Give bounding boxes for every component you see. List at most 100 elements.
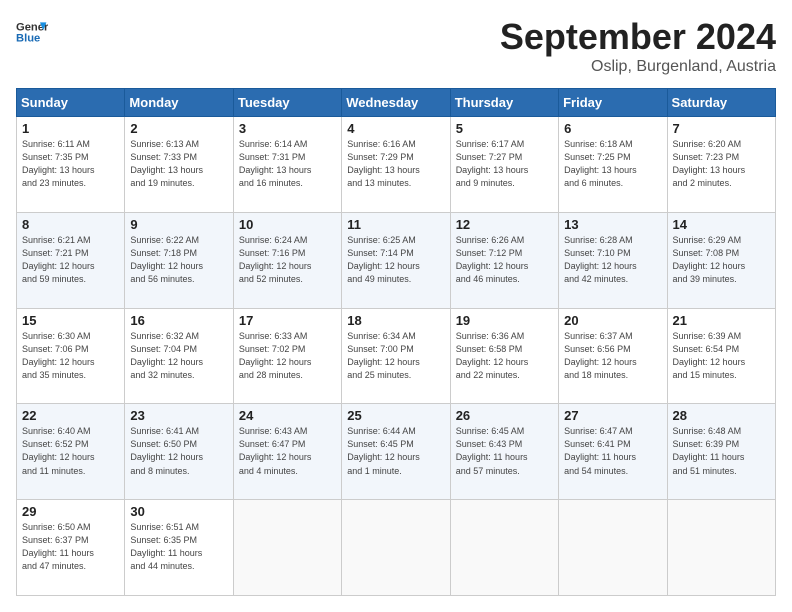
day-info: Sunrise: 6:41 AM Sunset: 6:50 PM Dayligh… — [130, 425, 227, 477]
day-info: Sunrise: 6:30 AM Sunset: 7:06 PM Dayligh… — [22, 330, 119, 382]
day-number: 21 — [673, 313, 770, 328]
week-row-3: 15 Sunrise: 6:30 AM Sunset: 7:06 PM Dayli… — [17, 308, 776, 404]
day-number: 5 — [456, 121, 553, 136]
day-cell: 19 Sunrise: 6:36 AM Sunset: 6:58 PM Dayli… — [450, 308, 558, 404]
day-info: Sunrise: 6:11 AM Sunset: 7:35 PM Dayligh… — [22, 138, 119, 190]
week-row-2: 8Sunrise: 6:21 AM Sunset: 7:21 PM Daylig… — [17, 212, 776, 308]
day-cell — [559, 500, 667, 596]
title-block: September 2024 Oslip, Burgenland, Austri… — [500, 16, 776, 76]
day-cell — [342, 500, 450, 596]
day-cell — [450, 500, 558, 596]
day-cell: 16Sunrise: 6:32 AM Sunset: 7:04 PM Dayli… — [125, 308, 233, 404]
day-cell: 21 Sunrise: 6:39 AM Sunset: 6:54 PM Dayli… — [667, 308, 775, 404]
day-number: 19 — [456, 313, 553, 328]
day-cell: 12 Sunrise: 6:26 AM Sunset: 7:12 PM Dayli… — [450, 212, 558, 308]
day-info: Sunrise: 6:29 AM Sunset: 7:08 PM Dayligh… — [673, 234, 770, 286]
day-cell: 29 Sunrise: 6:50 AM Sunset: 6:37 PM Dayli… — [17, 500, 125, 596]
day-number: 22 — [22, 408, 119, 423]
day-cell: 17 Sunrise: 6:33 AM Sunset: 7:02 PM Dayli… — [233, 308, 341, 404]
day-cell: 28 Sunrise: 6:48 AM Sunset: 6:39 PM Dayli… — [667, 404, 775, 500]
day-number: 23 — [130, 408, 227, 423]
month-title: September 2024 — [500, 16, 776, 58]
week-row-4: 22 Sunrise: 6:40 AM Sunset: 6:52 PM Dayli… — [17, 404, 776, 500]
day-number: 18 — [347, 313, 444, 328]
day-number: 15 — [22, 313, 119, 328]
day-number: 25 — [347, 408, 444, 423]
day-cell: 15 Sunrise: 6:30 AM Sunset: 7:06 PM Dayli… — [17, 308, 125, 404]
logo-icon: General Blue — [16, 16, 48, 48]
day-info: Sunrise: 6:25 AM Sunset: 7:14 PM Dayligh… — [347, 234, 444, 286]
day-cell: 13 Sunrise: 6:28 AM Sunset: 7:10 PM Dayli… — [559, 212, 667, 308]
day-cell: 10 Sunrise: 6:24 AM Sunset: 7:16 PM Dayli… — [233, 212, 341, 308]
weekday-sunday: Sunday — [17, 89, 125, 117]
day-info: Sunrise: 6:51 AM Sunset: 6:35 PM Dayligh… — [130, 521, 227, 573]
day-cell: 8Sunrise: 6:21 AM Sunset: 7:21 PM Daylig… — [17, 212, 125, 308]
day-number: 27 — [564, 408, 661, 423]
day-cell: 26 Sunrise: 6:45 AM Sunset: 6:43 PM Dayli… — [450, 404, 558, 500]
day-cell: 25Sunrise: 6:44 AM Sunset: 6:45 PM Dayli… — [342, 404, 450, 500]
day-info: Sunrise: 6:14 AM Sunset: 7:31 PM Dayligh… — [239, 138, 336, 190]
day-info: Sunrise: 6:48 AM Sunset: 6:39 PM Dayligh… — [673, 425, 770, 477]
day-cell: 5 Sunrise: 6:17 AM Sunset: 7:27 PM Daylig… — [450, 117, 558, 213]
weekday-header-row: SundayMondayTuesdayWednesdayThursdayFrid… — [17, 89, 776, 117]
location: Oslip, Burgenland, Austria — [500, 58, 776, 76]
day-number: 13 — [564, 217, 661, 232]
calendar-table: SundayMondayTuesdayWednesdayThursdayFrid… — [16, 88, 776, 596]
day-info: Sunrise: 6:39 AM Sunset: 6:54 PM Dayligh… — [673, 330, 770, 382]
day-number: 11 — [347, 217, 444, 232]
day-number: 16 — [130, 313, 227, 328]
day-info: Sunrise: 6:37 AM Sunset: 6:56 PM Dayligh… — [564, 330, 661, 382]
day-number: 24 — [239, 408, 336, 423]
day-number: 4 — [347, 121, 444, 136]
weekday-saturday: Saturday — [667, 89, 775, 117]
day-cell: 30Sunrise: 6:51 AM Sunset: 6:35 PM Dayli… — [125, 500, 233, 596]
day-info: Sunrise: 6:50 AM Sunset: 6:37 PM Dayligh… — [22, 521, 119, 573]
day-cell: 6 Sunrise: 6:18 AM Sunset: 7:25 PM Daylig… — [559, 117, 667, 213]
day-info: Sunrise: 6:45 AM Sunset: 6:43 PM Dayligh… — [456, 425, 553, 477]
day-number: 12 — [456, 217, 553, 232]
weekday-friday: Friday — [559, 89, 667, 117]
day-cell: 1 Sunrise: 6:11 AM Sunset: 7:35 PM Daylig… — [17, 117, 125, 213]
day-number: 17 — [239, 313, 336, 328]
day-cell: 18 Sunrise: 6:34 AM Sunset: 7:00 PM Dayli… — [342, 308, 450, 404]
day-number: 20 — [564, 313, 661, 328]
weekday-wednesday: Wednesday — [342, 89, 450, 117]
day-info: Sunrise: 6:20 AM Sunset: 7:23 PM Dayligh… — [673, 138, 770, 190]
day-info: Sunrise: 6:26 AM Sunset: 7:12 PM Dayligh… — [456, 234, 553, 286]
day-info: Sunrise: 6:18 AM Sunset: 7:25 PM Dayligh… — [564, 138, 661, 190]
weekday-tuesday: Tuesday — [233, 89, 341, 117]
day-cell: 22 Sunrise: 6:40 AM Sunset: 6:52 PM Dayli… — [17, 404, 125, 500]
day-info: Sunrise: 6:16 AM Sunset: 7:29 PM Dayligh… — [347, 138, 444, 190]
day-cell: 11 Sunrise: 6:25 AM Sunset: 7:14 PM Dayli… — [342, 212, 450, 308]
weekday-thursday: Thursday — [450, 89, 558, 117]
day-number: 10 — [239, 217, 336, 232]
day-number: 29 — [22, 504, 119, 519]
day-number: 7 — [673, 121, 770, 136]
day-number: 14 — [673, 217, 770, 232]
day-number: 3 — [239, 121, 336, 136]
day-info: Sunrise: 6:40 AM Sunset: 6:52 PM Dayligh… — [22, 425, 119, 477]
week-row-1: 1 Sunrise: 6:11 AM Sunset: 7:35 PM Daylig… — [17, 117, 776, 213]
day-cell: 7 Sunrise: 6:20 AM Sunset: 7:23 PM Daylig… — [667, 117, 775, 213]
day-info: Sunrise: 6:22 AM Sunset: 7:18 PM Dayligh… — [130, 234, 227, 286]
day-cell — [667, 500, 775, 596]
svg-text:Blue: Blue — [16, 33, 40, 45]
day-info: Sunrise: 6:33 AM Sunset: 7:02 PM Dayligh… — [239, 330, 336, 382]
day-cell: 3 Sunrise: 6:14 AM Sunset: 7:31 PM Daylig… — [233, 117, 341, 213]
day-cell: 14 Sunrise: 6:29 AM Sunset: 7:08 PM Dayli… — [667, 212, 775, 308]
weekday-monday: Monday — [125, 89, 233, 117]
day-info: Sunrise: 6:24 AM Sunset: 7:16 PM Dayligh… — [239, 234, 336, 286]
day-number: 8 — [22, 217, 119, 232]
day-info: Sunrise: 6:47 AM Sunset: 6:41 PM Dayligh… — [564, 425, 661, 477]
day-number: 1 — [22, 121, 119, 136]
day-number: 28 — [673, 408, 770, 423]
day-info: Sunrise: 6:17 AM Sunset: 7:27 PM Dayligh… — [456, 138, 553, 190]
day-info: Sunrise: 6:36 AM Sunset: 6:58 PM Dayligh… — [456, 330, 553, 382]
day-info: Sunrise: 6:34 AM Sunset: 7:00 PM Dayligh… — [347, 330, 444, 382]
day-cell: 20 Sunrise: 6:37 AM Sunset: 6:56 PM Dayli… — [559, 308, 667, 404]
day-info: Sunrise: 6:28 AM Sunset: 7:10 PM Dayligh… — [564, 234, 661, 286]
day-info: Sunrise: 6:13 AM Sunset: 7:33 PM Dayligh… — [130, 138, 227, 190]
day-cell: 24Sunrise: 6:43 AM Sunset: 6:47 PM Dayli… — [233, 404, 341, 500]
day-number: 6 — [564, 121, 661, 136]
day-number: 26 — [456, 408, 553, 423]
